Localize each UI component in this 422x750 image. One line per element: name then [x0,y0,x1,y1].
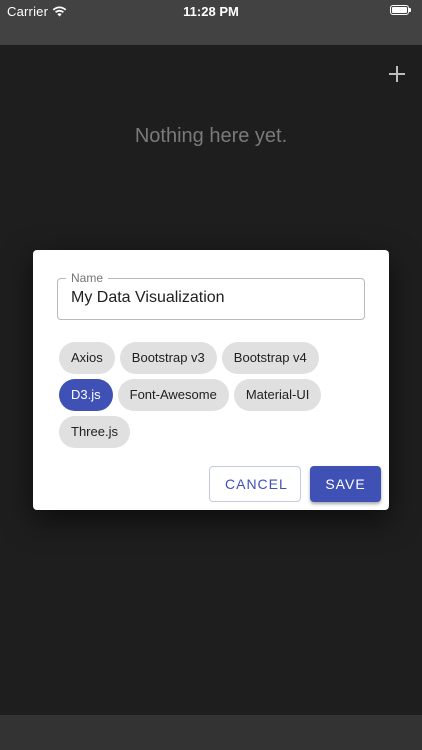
chip-bootstrap-v4[interactable]: Bootstrap v4 [221,342,319,374]
chip-axios[interactable]: Axios [59,342,115,374]
chip-row: Three.js [59,416,369,448]
chip-threejs[interactable]: Three.js [59,416,130,448]
battery-icon [390,5,412,16]
status-bar: Carrier 11:28 PM [0,0,422,22]
status-time: 11:28 PM [183,4,239,19]
name-field[interactable]: Name [57,271,365,320]
name-input[interactable] [71,289,351,307]
create-dialog: Name Axios Bootstrap v3 Bootstrap v4 D3.… [33,250,389,510]
name-label: Name [66,271,109,285]
chip-row: D3.js Font-Awesome Material-UI [59,379,369,411]
plus-icon[interactable] [388,65,406,83]
save-button[interactable]: SAVE [310,466,381,502]
empty-state-message: Nothing here yet. [134,125,288,147]
chip-font-awesome[interactable]: Font-Awesome [117,379,229,411]
dialog-actions: CANCEL SAVE [209,466,381,502]
bottom-bar [0,715,422,750]
app-bar [0,22,422,45]
library-chips: Axios Bootstrap v3 Bootstrap v4 D3.js Fo… [59,342,369,453]
cancel-button[interactable]: CANCEL [209,466,301,502]
chip-bootstrap-v3[interactable]: Bootstrap v3 [119,342,217,374]
chip-d3js[interactable]: D3.js [59,379,113,411]
chip-row: Axios Bootstrap v3 Bootstrap v4 [59,342,369,374]
chip-material-ui[interactable]: Material-UI [233,379,322,411]
